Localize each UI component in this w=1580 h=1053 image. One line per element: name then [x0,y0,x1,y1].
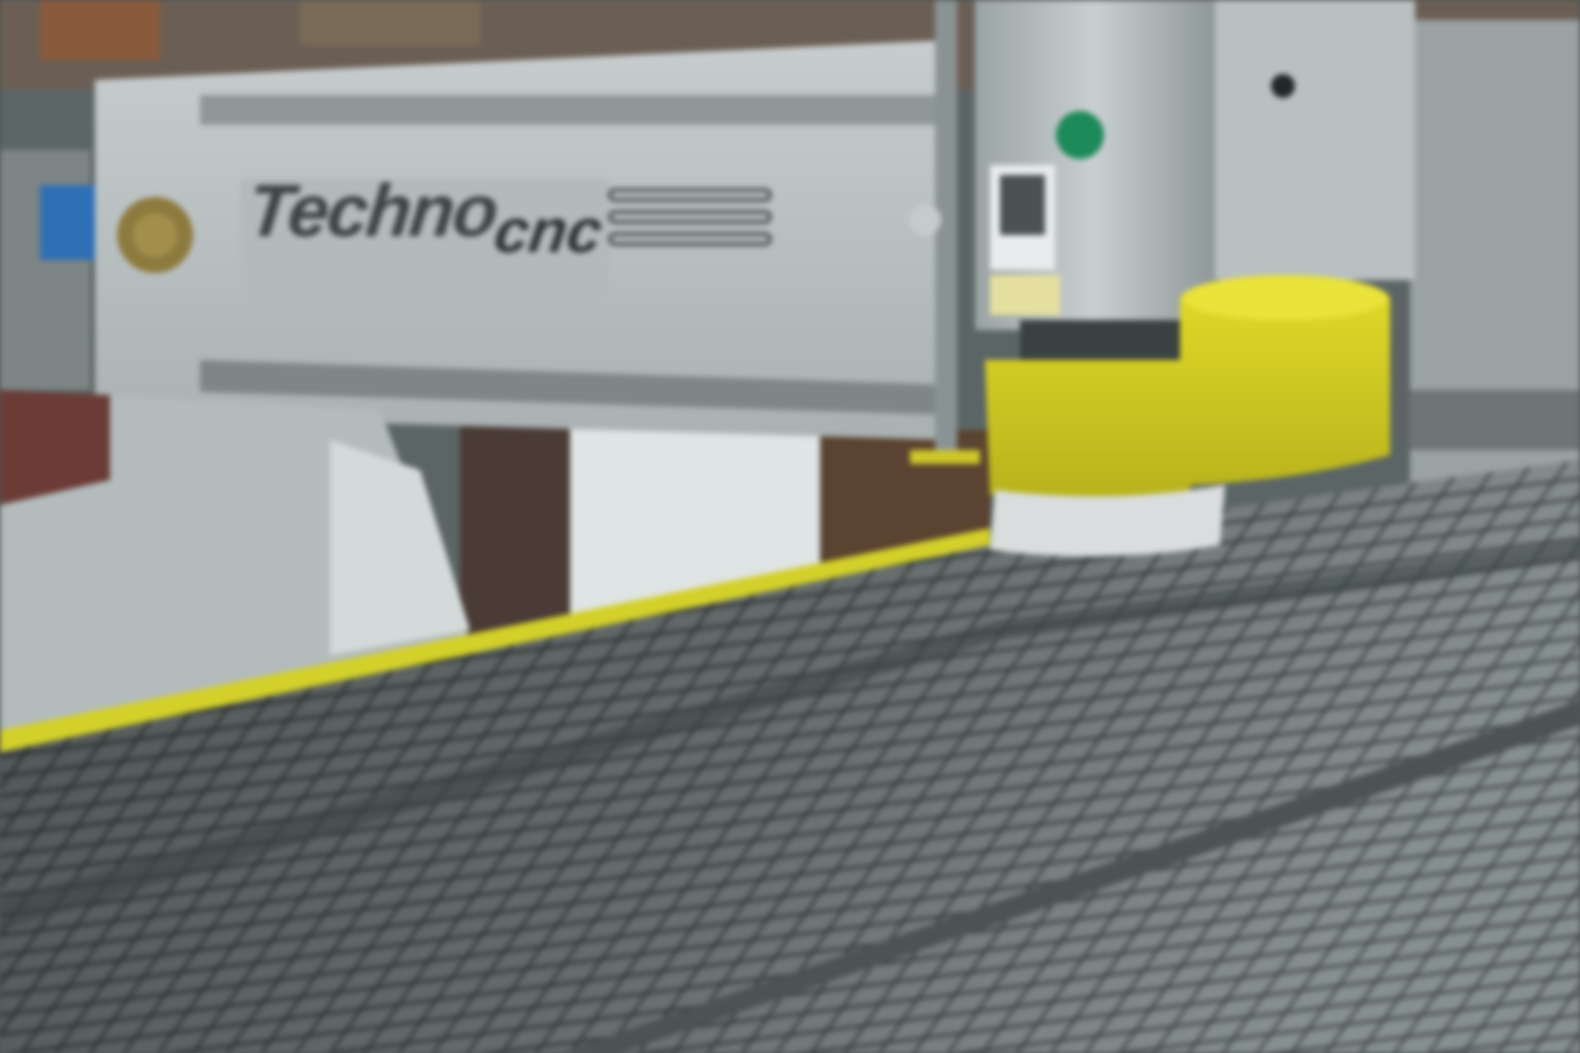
caution-sticker [990,275,1060,315]
photo-canvas [0,0,1580,1053]
dark-post [460,415,570,635]
dust-shoe-top [1182,276,1388,320]
warning-label-text [1000,175,1045,235]
background-object [40,0,160,60]
spindle-motor [1215,0,1415,280]
gantry-top-rail [200,95,950,125]
depth-knob [909,204,941,236]
blue-sticker [40,185,95,260]
motor-bolt [1271,74,1295,98]
brand-logo: Techno [243,169,501,252]
right-rail [1410,390,1580,450]
emergency-button-cap [133,213,177,257]
background-object [300,0,480,45]
depth-plate [910,450,980,464]
brand-logo-suffix: cnc [490,197,607,266]
cnc-machine-photo: Techno cnc [0,0,1580,1053]
green-indicator [1056,111,1104,159]
